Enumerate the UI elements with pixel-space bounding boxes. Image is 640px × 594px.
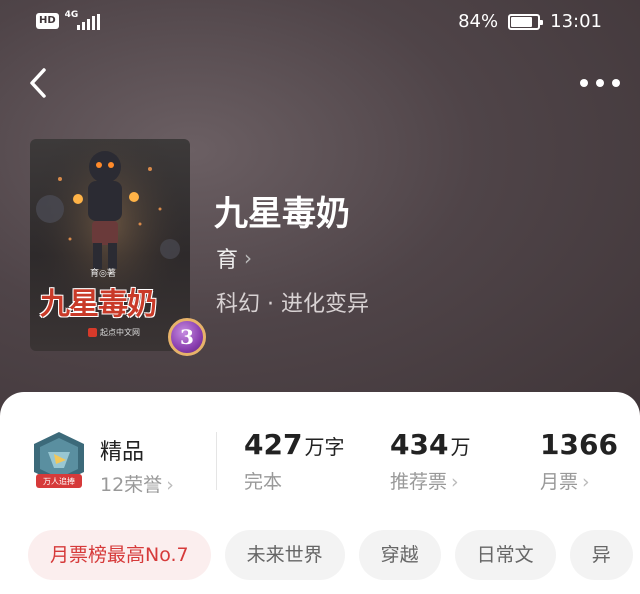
battery-fill <box>511 16 533 27</box>
status-left: HD 4G <box>36 10 100 30</box>
author-name: 育 <box>216 248 239 273</box>
monthly-value: 1366 <box>540 428 618 461</box>
tag-truncated[interactable]: 异 <box>569 530 633 580</box>
stat-monthly-votes[interactable]: 1366 月票 › <box>540 428 618 494</box>
honor-count: 12荣誉 › <box>100 470 174 497</box>
recommend-value: 434 <box>390 428 449 461</box>
honor-name: 精品 <box>100 440 145 465</box>
book-genre: 科幻 · 进化变异 <box>216 292 369 317</box>
status-right: 84% 13:01 <box>458 11 602 32</box>
book-cover[interactable]: 育◎著 九星毒奶 起点中文网 <box>30 139 190 351</box>
signal-bars <box>76 14 100 30</box>
stat-recommend-votes[interactable]: 434 万 推荐票 › <box>390 428 470 494</box>
battery-icon <box>508 13 544 30</box>
more-dot <box>612 79 620 87</box>
recommend-label-row: 推荐票 › <box>390 467 470 494</box>
more-button[interactable] <box>580 70 620 96</box>
more-dot <box>580 79 588 87</box>
honor-block[interactable]: 万人追捧 精品 12荣誉 › <box>30 430 190 500</box>
word-count-value: 427 <box>244 428 303 461</box>
chevron-right-icon: › <box>244 246 253 270</box>
monthly-label-row: 月票 › <box>540 467 618 494</box>
publisher-logo-icon <box>88 328 97 337</box>
tag-time-travel[interactable]: 穿越 <box>358 530 441 580</box>
chevron-left-icon <box>30 68 46 98</box>
book-title: 九星毒奶 <box>214 194 350 234</box>
rank-badge: 3 <box>168 318 206 356</box>
clock: 13:01 <box>550 11 602 32</box>
tag-list: 月票榜最高No.7 未来世界 穿越 日常文 异 <box>28 530 633 580</box>
honor-badge-caption: 万人追捧 <box>43 476 75 486</box>
signal-icon: 4G <box>65 10 100 30</box>
chevron-right-icon: › <box>451 471 459 493</box>
chevron-right-icon: › <box>166 474 174 496</box>
chevron-right-icon: › <box>582 471 590 493</box>
author-link[interactable]: 育 › <box>216 242 252 274</box>
tag-future-world[interactable]: 未来世界 <box>224 530 345 580</box>
publisher-name: 起点中文网 <box>100 328 140 337</box>
tag-daily-life[interactable]: 日常文 <box>454 530 556 580</box>
honor-badge-icon: 万人追捧 <box>34 432 84 488</box>
back-button[interactable] <box>26 66 56 100</box>
info-card: 万人追捧 精品 12荣誉 › 427 万字 完本 434 万 推荐票 › 1366 月票… <box>0 392 640 594</box>
recommend-label: 推荐票 <box>390 471 448 493</box>
battery-tip <box>540 19 544 25</box>
status-bar: HD 4G 84% 13:01 <box>0 0 640 44</box>
stat-word-count: 427 万字 完本 <box>244 428 344 494</box>
cover-author: 育◎著 <box>90 269 116 279</box>
word-count-label: 完本 <box>244 471 283 493</box>
cover-publisher: 起点中文网 <box>88 327 140 338</box>
honor-count-label: 12荣誉 <box>100 474 163 496</box>
more-dot <box>596 79 604 87</box>
tag-monthly-rank[interactable]: 月票榜最高No.7 <box>28 530 211 580</box>
monthly-label: 月票 <box>540 471 579 493</box>
word-count-unit: 万字 <box>304 435 345 459</box>
divider <box>216 432 217 490</box>
recommend-unit: 万 <box>450 435 471 459</box>
cover-title: 九星毒奶 <box>40 287 157 322</box>
hd-badge: HD <box>36 13 59 29</box>
battery-percent: 84% <box>458 11 499 32</box>
